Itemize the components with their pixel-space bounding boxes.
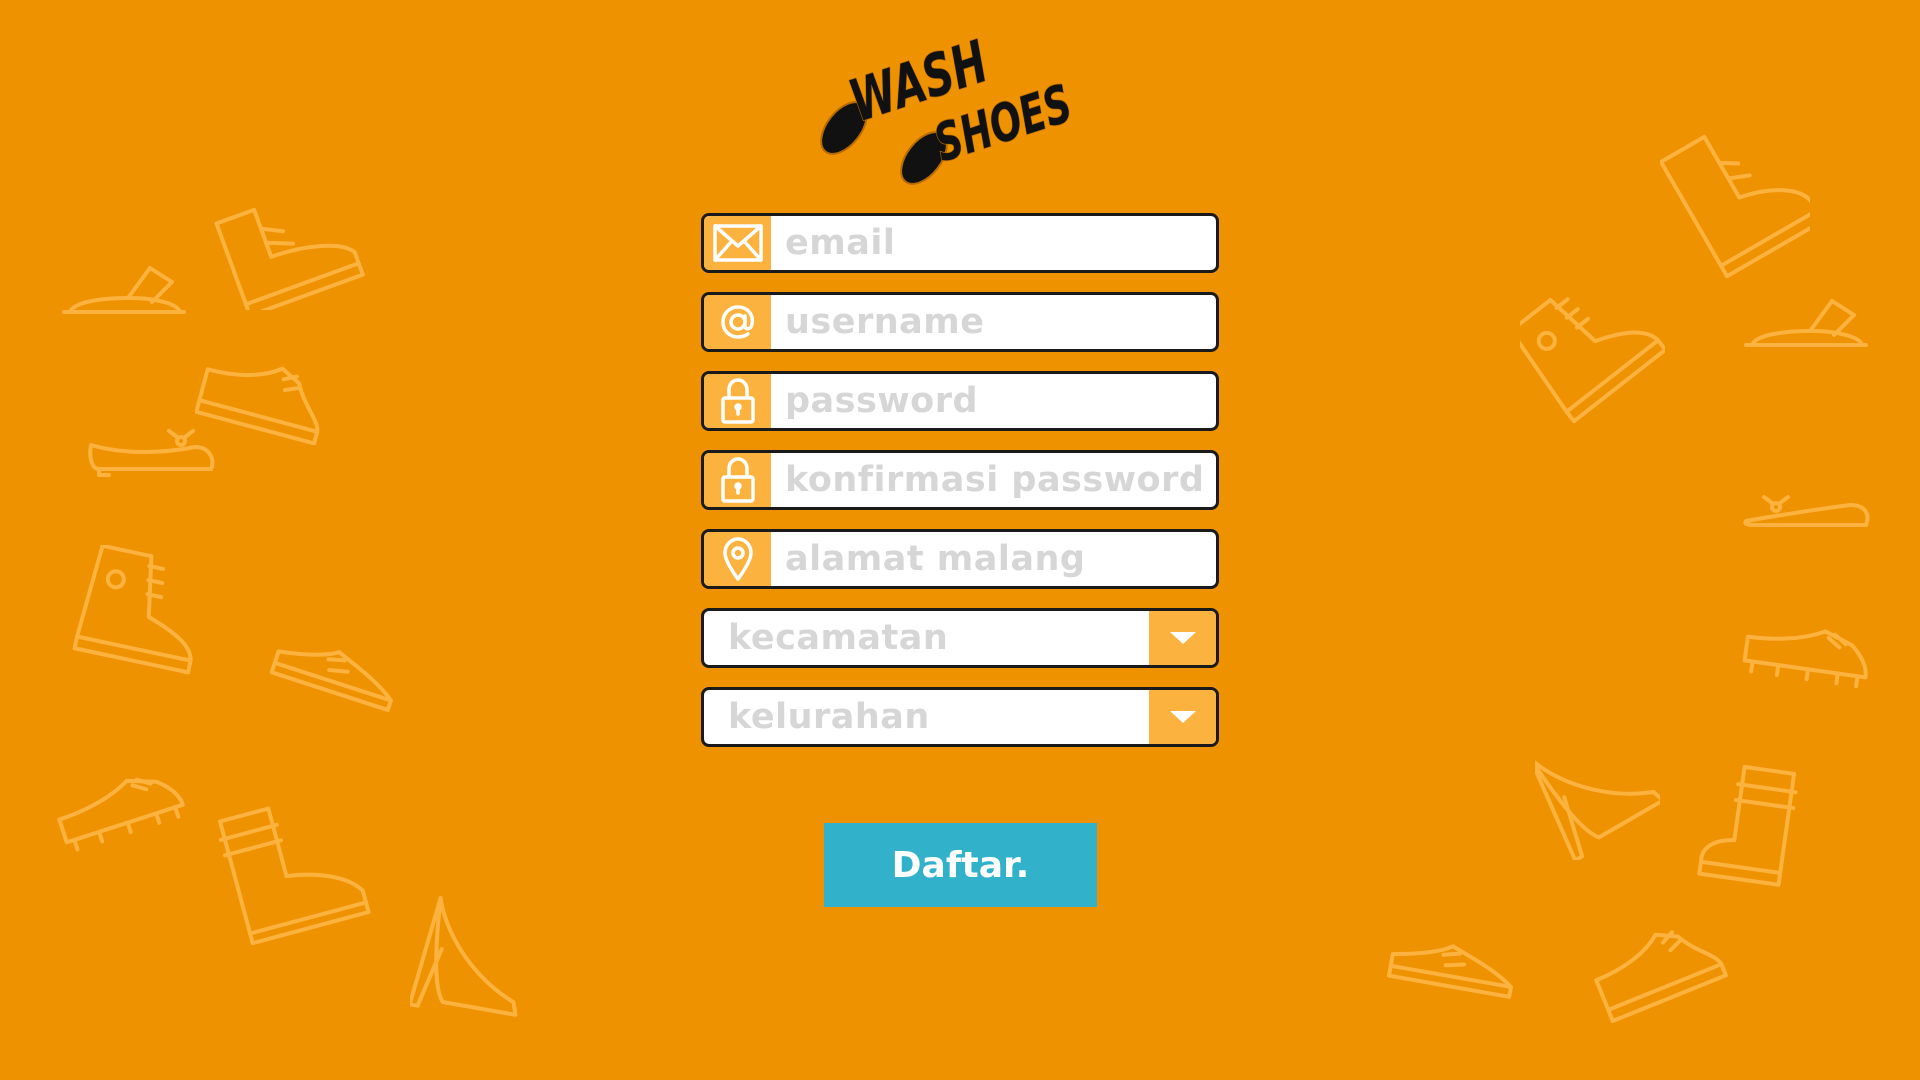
lock-icon	[704, 453, 771, 507]
flat-shoe-icon	[88, 429, 215, 477]
high-top-sneaker-icon	[72, 545, 193, 675]
at-sign-icon	[704, 295, 771, 349]
email-input[interactable]	[771, 216, 1216, 270]
sneaker-icon	[1594, 930, 1728, 1024]
flat-shoe-icon	[1743, 495, 1870, 527]
high-heel-icon	[1535, 757, 1660, 860]
cleat-icon	[1742, 629, 1868, 689]
kelurahan-select[interactable]: kelurahan	[701, 687, 1219, 747]
confirm-password-field	[701, 450, 1219, 510]
slipper-icon	[62, 266, 186, 314]
wash-shoes-logo: WASH SHOES	[820, 30, 1080, 185]
oxford-shoe-icon	[1387, 944, 1513, 999]
password-input[interactable]	[771, 374, 1216, 428]
password-field	[701, 371, 1219, 431]
high-heel-icon	[410, 896, 518, 1017]
confirm-password-input[interactable]	[771, 453, 1216, 507]
username-input[interactable]	[771, 295, 1216, 349]
map-pin-icon	[704, 532, 771, 586]
boot-icon	[214, 207, 365, 310]
email-field	[701, 213, 1219, 273]
register-button[interactable]: Daftar.	[824, 823, 1097, 907]
high-top-sneaker-icon	[1520, 297, 1665, 424]
envelope-icon	[704, 216, 771, 270]
register-form: kecamatan kelurahan	[701, 213, 1219, 766]
caret-down-icon[interactable]	[1149, 690, 1216, 744]
address-input[interactable]	[771, 532, 1216, 586]
boot-icon	[1660, 134, 1810, 279]
slipper-icon	[1744, 299, 1868, 347]
username-field	[701, 292, 1219, 352]
cleat-icon	[57, 777, 185, 852]
address-field	[701, 529, 1219, 589]
lock-icon	[704, 374, 771, 428]
kecamatan-select-value: kecamatan	[728, 618, 949, 658]
oxford-shoe-icon	[269, 649, 393, 713]
rain-boot-icon	[1697, 764, 1798, 887]
rain-boot-icon	[218, 806, 371, 945]
kelurahan-select-value: kelurahan	[728, 697, 930, 737]
caret-down-icon[interactable]	[1149, 611, 1216, 665]
kecamatan-select[interactable]: kecamatan	[701, 608, 1219, 668]
